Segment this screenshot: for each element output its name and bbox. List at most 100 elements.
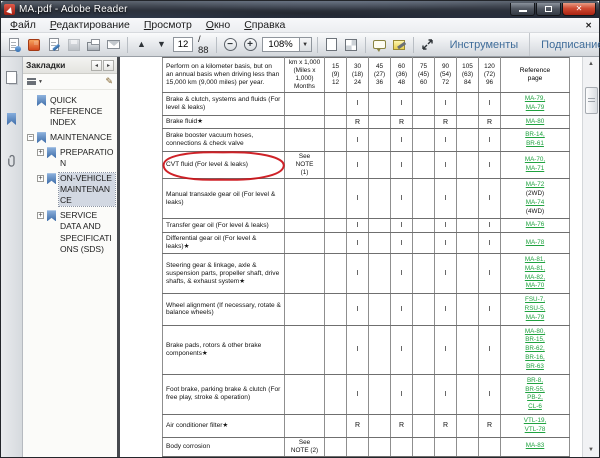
bookmark-options-button[interactable]: ▼: [27, 78, 43, 85]
bookmark-item[interactable]: + SERVICE DATA AND SPECIFICATIONS (SDS): [37, 210, 115, 254]
next-page-button[interactable]: ▼: [153, 36, 170, 54]
reference-page-link[interactable]: BR-15,: [502, 336, 568, 345]
reference-page-link[interactable]: MA-80,: [502, 328, 568, 337]
print-icon[interactable]: [85, 36, 102, 54]
bookmark-item[interactable]: + PREPARATION: [37, 147, 115, 169]
pdf-page: Perform on a kilometer basis, but on an …: [120, 57, 582, 457]
minimize-button[interactable]: [510, 3, 535, 16]
maximize-button[interactable]: [536, 3, 561, 16]
reference-page-link[interactable]: FSU-7,: [502, 296, 568, 305]
schedule-note-cell: [285, 129, 325, 152]
schedule-mark-cell: [369, 152, 391, 179]
scroll-up-arrow[interactable]: ▲: [584, 57, 599, 71]
reference-page-link[interactable]: VTL-78: [502, 426, 568, 435]
open-file-icon[interactable]: [5, 36, 22, 54]
menubar-close-icon[interactable]: ✕: [585, 21, 592, 30]
reference-page-link[interactable]: MA-74: [502, 199, 568, 208]
reference-page-link[interactable]: RSU-5,: [502, 305, 568, 314]
bookmark-item[interactable]: − MAINTENANCE: [27, 132, 115, 143]
reference-page-link[interactable]: BR-55,: [502, 386, 568, 395]
schedule-mark-cell: I: [347, 152, 369, 179]
schedule-mark-cell: [325, 294, 347, 325]
zoom-level-select[interactable]: 108% ▼: [262, 37, 312, 52]
menu-item[interactable]: Файл: [3, 19, 43, 31]
zoom-in-button[interactable]: +: [242, 36, 259, 54]
comment-bubble-icon[interactable]: [371, 36, 388, 54]
reference-page-link[interactable]: PB-2,: [502, 394, 568, 403]
reference-page-link[interactable]: MA-72: [502, 181, 568, 190]
reference-page-link[interactable]: MA-79: [502, 104, 568, 113]
table-row: Air conditioner filter★RRRRVTL-19,VTL-78: [163, 414, 570, 437]
attachments-icon[interactable]: [3, 151, 21, 171]
fullscreen-icon[interactable]: [419, 36, 436, 54]
previous-page-button[interactable]: ▲: [133, 36, 150, 54]
chevron-down-icon[interactable]: ▼: [300, 37, 312, 52]
email-icon[interactable]: [105, 36, 122, 54]
menu-item[interactable]: Окно: [199, 19, 237, 31]
toolbar-panel-tab[interactable]: Инструменты: [439, 33, 530, 56]
schedule-mark-cell: I: [391, 93, 413, 116]
reference-page-link[interactable]: MA-71: [502, 165, 568, 174]
reference-page-link[interactable]: MA-79,: [502, 95, 568, 104]
menu-item[interactable]: Редактирование: [43, 19, 137, 31]
schedule-mark-cell: I: [435, 219, 457, 233]
page-number-input[interactable]: [173, 37, 193, 52]
reference-page-link[interactable]: MA-81,: [502, 256, 568, 265]
page-fit-icon[interactable]: [343, 36, 360, 54]
reference-page-link[interactable]: BR-16,: [502, 354, 568, 363]
scroll-mode-icon[interactable]: [323, 36, 340, 54]
create-pdf-icon[interactable]: [25, 36, 42, 54]
scroll-down-arrow[interactable]: ▼: [584, 443, 599, 457]
schedule-note-cell: See NOTE (1): [285, 152, 325, 179]
bookmark-expander[interactable]: −: [27, 134, 34, 141]
scrollbar-thumb[interactable]: [585, 87, 598, 114]
bookmarks-icon[interactable]: [3, 109, 21, 129]
edit-icon[interactable]: [45, 36, 62, 54]
schedule-mark-cell: [325, 253, 347, 293]
reference-page-link[interactable]: CL-6: [502, 403, 568, 412]
panel-expand-button[interactable]: ▸: [103, 60, 114, 71]
schedule-mark-cell: [369, 219, 391, 233]
reference-page-link[interactable]: BR-8,: [502, 377, 568, 386]
reference-page-link[interactable]: BR-63: [502, 363, 568, 372]
schedule-note-cell: [285, 325, 325, 374]
panel-collapse-button[interactable]: ◂: [91, 60, 102, 71]
schedule-mark-cell: I: [479, 233, 501, 254]
close-button[interactable]: ✕: [562, 3, 596, 16]
highlight-icon[interactable]: [391, 36, 408, 54]
schedule-note-cell: [285, 115, 325, 129]
menu-item[interactable]: Справка: [237, 19, 292, 31]
schedule-mark-cell: I: [391, 129, 413, 152]
bookmark-item[interactable]: + ON-VEHICLE MAINTENANCE: [37, 173, 115, 206]
bookmark-expander[interactable]: +: [37, 212, 44, 219]
reference-page-link[interactable]: BR-62,: [502, 345, 568, 354]
zoom-out-button[interactable]: −: [222, 36, 239, 54]
save-icon[interactable]: [65, 36, 82, 54]
reference-page-link[interactable]: MA-83: [502, 442, 568, 451]
reference-page-link[interactable]: BR-61: [502, 140, 568, 149]
bookmark-expander[interactable]: +: [37, 149, 44, 156]
vertical-scrollbar[interactable]: ▲ ▼: [582, 57, 599, 457]
reference-page-link[interactable]: BR-14,: [502, 131, 568, 140]
reference-page-link[interactable]: MA-70: [502, 282, 568, 291]
reference-page-link[interactable]: MA-76: [502, 221, 568, 230]
toolbar-panel-tab[interactable]: Подписание: [529, 33, 600, 56]
schedule-mark-cell: [391, 437, 413, 456]
page-thumbnails-icon[interactable]: [3, 67, 21, 87]
reference-page-link[interactable]: MA-78: [502, 239, 568, 248]
reference-page-link[interactable]: MA-79: [502, 314, 568, 323]
table-row: CVT fluid (For level & leaks)See NOTE (1…: [163, 152, 570, 179]
bookmark-item[interactable]: QUICK REFERENCE INDEX: [27, 95, 115, 128]
schedule-mark-cell: I: [435, 152, 457, 179]
schedule-mark-cell: [325, 129, 347, 152]
reference-cell: BR-14,BR-61: [501, 129, 570, 152]
reference-page-link[interactable]: VTL-19,: [502, 417, 568, 426]
bookmark-expander[interactable]: +: [37, 175, 44, 182]
reference-page-link[interactable]: MA-82,: [502, 274, 568, 283]
reference-page-link[interactable]: MA-70,: [502, 156, 568, 165]
menu-item[interactable]: Просмотр: [137, 19, 199, 31]
reference-page-link[interactable]: MA-81,: [502, 265, 568, 274]
new-bookmark-icon[interactable]: ✎: [105, 76, 113, 87]
reference-page-link[interactable]: MA-80: [502, 118, 568, 127]
schedule-mark-cell: R: [347, 414, 369, 437]
